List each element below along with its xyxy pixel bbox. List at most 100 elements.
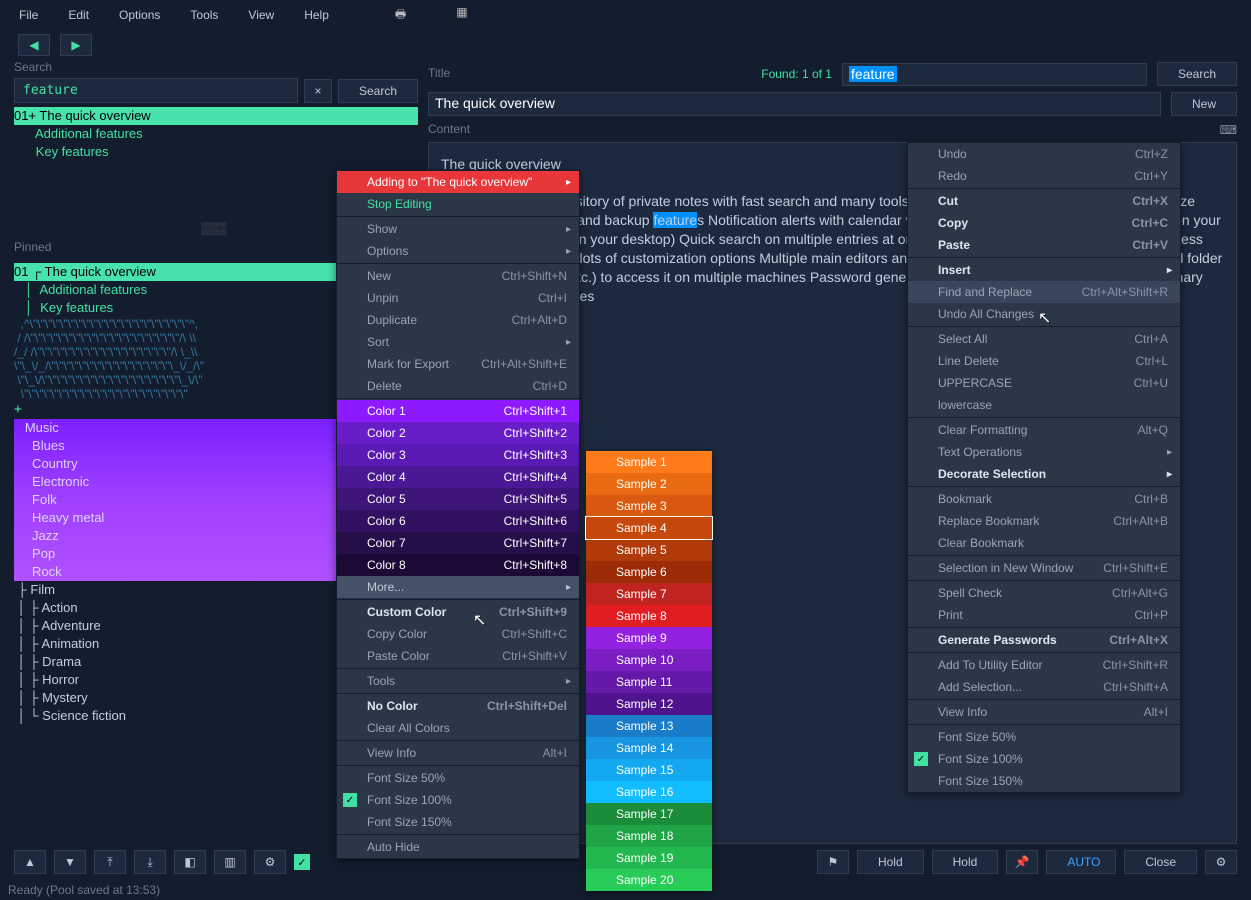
sample-item[interactable]: Sample 6 (586, 561, 712, 583)
hold1-button[interactable]: Hold (857, 850, 924, 874)
hold2-button[interactable]: Hold (932, 850, 999, 874)
menu-item[interactable]: CutCtrl+X (908, 190, 1180, 212)
search-input[interactable] (14, 78, 298, 103)
sample-item[interactable]: Sample 19 (586, 847, 712, 869)
menu-item[interactable]: Spell CheckCtrl+Alt+G (908, 582, 1180, 604)
menu-view[interactable]: View (234, 4, 288, 26)
sample-item[interactable]: Sample 11 (586, 671, 712, 693)
sample-item[interactable]: Sample 14 (586, 737, 712, 759)
menu-item[interactable]: No ColorCtrl+Shift+Del (337, 695, 579, 717)
menu-item[interactable]: Generate PasswordsCtrl+Alt+X (908, 629, 1180, 651)
move-down-button[interactable]: ▼ (54, 850, 86, 874)
color-item[interactable]: Color 4Ctrl+Shift+4 (337, 466, 579, 488)
menu-item[interactable]: CopyCtrl+C (908, 212, 1180, 234)
menu-item[interactable]: Custom ColorCtrl+Shift+9 (337, 601, 579, 623)
color-item[interactable]: Color 1Ctrl+Shift+1 (337, 400, 579, 422)
menu-edit[interactable]: Edit (54, 4, 103, 26)
menu-item[interactable]: UPPERCASECtrl+U (908, 372, 1180, 394)
menu-item[interactable]: Font Size 150% (908, 770, 1180, 792)
menu-item[interactable]: Mark for ExportCtrl+Alt+Shift+E (337, 353, 579, 375)
menu-item[interactable]: View InfoAlt+I (908, 701, 1180, 723)
menu-item[interactable]: lowercase (908, 394, 1180, 416)
settings-icon[interactable]: ⚙ (254, 850, 286, 874)
menu-file[interactable]: File (5, 4, 52, 26)
search-button[interactable]: Search (338, 79, 418, 103)
menu-item[interactable]: Adding to "The quick overview" (337, 171, 579, 193)
sample-item[interactable]: Sample 1 (586, 451, 712, 473)
menu-item[interactable]: Paste ColorCtrl+Shift+V (337, 645, 579, 667)
menu-item[interactable]: Tools (337, 670, 579, 692)
menu-item[interactable]: Clear Bookmark (908, 532, 1180, 554)
sample-item[interactable]: Sample 17 (586, 803, 712, 825)
menu-item[interactable]: View InfoAlt+I (337, 742, 579, 764)
menu-item[interactable]: Show (337, 218, 579, 240)
color-item[interactable]: Color 6Ctrl+Shift+6 (337, 510, 579, 532)
sample-item[interactable]: Sample 2 (586, 473, 712, 495)
gear2-icon[interactable]: ⚙ (1205, 850, 1237, 874)
color-item[interactable]: Color 8Ctrl+Shift+8 (337, 554, 579, 576)
menu-item[interactable]: Auto Hide (337, 836, 579, 858)
calendar-icon[interactable]: ▦ (456, 5, 467, 26)
menu-item[interactable]: Clear FormattingAlt+Q (908, 419, 1180, 441)
color-item[interactable]: Color 2Ctrl+Shift+2 (337, 422, 579, 444)
title-input[interactable]: feature (842, 63, 1147, 86)
menu-item[interactable]: NewCtrl+Shift+N (337, 265, 579, 287)
sample-item[interactable]: Sample 20 (586, 869, 712, 891)
menu-item[interactable]: RedoCtrl+Y (908, 165, 1180, 187)
menu-item[interactable]: Sort (337, 331, 579, 353)
resize-handle[interactable]: ▒▒▒ (201, 221, 231, 231)
move-bottom-button[interactable]: ⤓ (134, 850, 166, 874)
clear-search-button[interactable]: × (304, 79, 332, 103)
menu-item[interactable]: Line DeleteCtrl+L (908, 350, 1180, 372)
menu-item[interactable]: Text Operations (908, 441, 1180, 463)
menu-item[interactable]: Select AllCtrl+A (908, 328, 1180, 350)
sample-item[interactable]: Sample 18 (586, 825, 712, 847)
sample-item[interactable]: Sample 15 (586, 759, 712, 781)
menu-item[interactable]: UnpinCtrl+I (337, 287, 579, 309)
sample-item[interactable]: Sample 9 (586, 627, 712, 649)
move-top-button[interactable]: ⤒ (94, 850, 126, 874)
bookmark-icon[interactable]: ◧ (174, 850, 206, 874)
menu-item[interactable]: Font Size 50% (908, 726, 1180, 748)
flag-icon[interactable]: ⚑ (817, 850, 849, 874)
menu-item[interactable]: Options (337, 240, 579, 262)
sample-item[interactable]: Sample 5 (586, 539, 712, 561)
sample-item[interactable]: Sample 16 (586, 781, 712, 803)
sample-item[interactable]: Sample 12 (586, 693, 712, 715)
menu-item[interactable]: DuplicateCtrl+Alt+D (337, 309, 579, 331)
menu-item[interactable]: ✓Font Size 100% (337, 789, 579, 811)
menu-item[interactable]: Font Size 150% (337, 811, 579, 833)
tree-item[interactable]: Key features (14, 143, 418, 161)
menu-item[interactable]: PrintCtrl+P (908, 604, 1180, 626)
menu-item[interactable]: Copy ColorCtrl+Shift+C (337, 623, 579, 645)
menu-item[interactable]: Find and ReplaceCtrl+Alt+Shift+R (908, 281, 1180, 303)
title-search-button[interactable]: Search (1157, 62, 1237, 86)
menu-item[interactable]: Insert (908, 259, 1180, 281)
color-item[interactable]: Color 3Ctrl+Shift+3 (337, 444, 579, 466)
menu-item[interactable]: Clear All Colors (337, 717, 579, 739)
menu-item[interactable]: ✓Font Size 100% (908, 748, 1180, 770)
auto-button[interactable]: AUTO (1046, 850, 1116, 874)
sample-item[interactable]: Sample 10 (586, 649, 712, 671)
move-up-button[interactable]: ▲ (14, 850, 46, 874)
menu-item[interactable]: Add Selection...Ctrl+Shift+A (908, 676, 1180, 698)
menu-item[interactable]: BookmarkCtrl+B (908, 488, 1180, 510)
sample-item[interactable]: Sample 13 (586, 715, 712, 737)
close-button[interactable]: Close (1124, 850, 1197, 874)
sample-item[interactable]: Sample 3 (586, 495, 712, 517)
tree-item[interactable]: Additional features (14, 125, 418, 143)
printer-icon[interactable]: 🖶 (395, 5, 406, 26)
keyboard-icon[interactable]: ⌨ (1220, 123, 1237, 137)
menu-item[interactable]: DeleteCtrl+D (337, 375, 579, 397)
menu-item[interactable]: Decorate Selection (908, 463, 1180, 485)
bottom-check[interactable]: ✓ (294, 854, 310, 870)
menu-item[interactable]: More... (337, 576, 579, 598)
menu-item[interactable]: PasteCtrl+V (908, 234, 1180, 256)
menu-options[interactable]: Options (105, 4, 174, 26)
tree-item[interactable]: 01+ The quick overview (14, 107, 418, 125)
menu-item[interactable]: Font Size 50% (337, 767, 579, 789)
nav-forward-button[interactable]: ▶ (60, 34, 92, 56)
nav-back-button[interactable]: ◀ (18, 34, 50, 56)
sample-item[interactable]: Sample 7 (586, 583, 712, 605)
pin-icon[interactable]: 📌 (1006, 850, 1038, 874)
